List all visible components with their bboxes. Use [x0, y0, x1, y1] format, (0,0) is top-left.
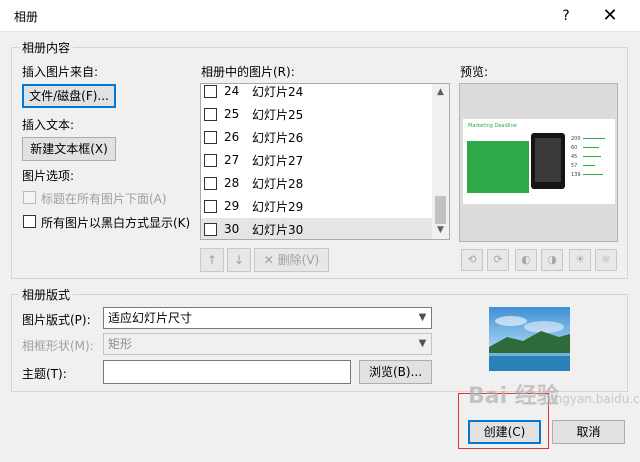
insert-text-label: 插入文本:	[22, 118, 75, 132]
picture-checkbox[interactable]	[204, 223, 217, 236]
frame-shape-label: 相框形状(M):	[22, 339, 94, 353]
list-item[interactable]: 28 幻灯片28	[201, 172, 433, 195]
list-item[interactable]: 30 幻灯片30	[201, 218, 433, 239]
browse-button[interactable]: 浏览(B)...	[359, 360, 432, 384]
dialog-title: 相册	[14, 10, 39, 24]
picture-number: 26	[224, 130, 240, 144]
album-content-group-label: 相册内容	[19, 41, 74, 55]
theme-input[interactable]	[103, 360, 351, 384]
picture-checkbox[interactable]	[204, 131, 217, 144]
remove-label: 删除(V)	[277, 253, 320, 267]
brightness-up-icon[interactable]: ☀	[569, 249, 591, 271]
help-button[interactable]: ?	[556, 6, 576, 26]
picture-layout-value: 适应幻灯片尺寸	[108, 311, 193, 325]
cancel-button[interactable]: 取消	[552, 420, 625, 444]
picture-number: 30	[224, 222, 240, 236]
theme-label: 主题(T):	[22, 367, 67, 381]
theme-preview-image	[489, 307, 570, 371]
insert-from-label: 插入图片来自:	[22, 65, 99, 79]
picture-name: 幻灯片27	[252, 154, 304, 168]
list-item[interactable]: 29 幻灯片29	[201, 195, 433, 218]
move-down-button[interactable]: ↓	[227, 248, 251, 272]
picture-number: 28	[224, 176, 240, 190]
captions-below-label: 标题在所有图片下面(A)	[41, 192, 167, 206]
contrast-up-icon[interactable]: ◐	[515, 249, 537, 271]
watermark-url: jingyan.baidu.com	[548, 392, 640, 406]
preview-slide-heading: Marketing Deadline	[468, 123, 517, 129]
rotate-left-icon[interactable]: ⟲	[461, 249, 483, 271]
picture-number: 27	[224, 153, 240, 167]
captions-below-checkbox[interactable]	[23, 191, 36, 204]
frame-shape-value: 矩形	[108, 337, 133, 351]
preview-slide: Marketing Deadline 200 60 45 57 139	[463, 119, 615, 204]
black-white-label: 所有图片以黑白方式显示(K)	[41, 216, 191, 230]
scroll-thumb[interactable]	[435, 196, 446, 224]
picture-checkbox[interactable]	[204, 177, 217, 190]
list-item[interactable]: 25 幻灯片25	[201, 103, 433, 126]
brightness-down-icon[interactable]: ☼	[595, 249, 617, 271]
preview-pane: Marketing Deadline 200 60 45 57 139	[459, 83, 618, 242]
picture-checkbox[interactable]	[204, 85, 217, 98]
picture-checkbox[interactable]	[204, 200, 217, 213]
title-bar	[0, 0, 640, 32]
picture-name: 幻灯片24	[252, 85, 304, 99]
contrast-down-icon[interactable]: ◑	[541, 249, 563, 271]
picture-name: 幻灯片30	[252, 223, 304, 237]
list-item[interactable]: 26 幻灯片26	[201, 126, 433, 149]
preview-slide-green-panel	[467, 141, 529, 193]
album-layout-group-label: 相册版式	[19, 288, 74, 302]
list-item[interactable]: 27 幻灯片27	[201, 149, 433, 172]
preview-label: 预览:	[460, 65, 489, 79]
remove-icon: ✕	[263, 253, 274, 267]
picture-number: 24	[224, 84, 240, 98]
move-up-button[interactable]: ↑	[200, 248, 224, 272]
chevron-down-icon: ▼	[418, 338, 427, 349]
list-item[interactable]: 24 幻灯片24	[201, 84, 433, 103]
close-button[interactable]: ✕	[598, 4, 622, 28]
picture-number: 25	[224, 107, 240, 121]
preview-slide-numbers: 200 60 45 57 139	[571, 136, 581, 178]
tablet-image	[531, 133, 565, 189]
scroll-up-arrow-icon[interactable]: ▲	[432, 84, 449, 101]
pictures-list[interactable]: 24 幻灯片24 25 幻灯片25 26 幻灯片26 27 幻灯片27 28 幻…	[200, 83, 450, 240]
picture-checkbox[interactable]	[204, 108, 217, 121]
watermark-logo: Bai 经验	[468, 384, 559, 409]
picture-layout-select[interactable]: 适应幻灯片尺寸 ▼	[103, 307, 432, 329]
chevron-down-icon: ▼	[418, 312, 427, 323]
new-textbox-button[interactable]: 新建文本框(X)	[22, 137, 116, 161]
file-disk-button[interactable]: 文件/磁盘(F)...	[22, 84, 116, 108]
picture-name: 幻灯片29	[252, 200, 304, 214]
list-scrollbar[interactable]: ▲ ▼	[432, 84, 449, 239]
scroll-down-arrow-icon[interactable]: ▼	[432, 222, 449, 239]
picture-name: 幻灯片28	[252, 177, 304, 191]
picture-name: 幻灯片26	[252, 131, 304, 145]
black-white-checkbox[interactable]	[23, 215, 36, 228]
picture-checkbox[interactable]	[204, 154, 217, 167]
pictures-in-album-label: 相册中的图片(R):	[201, 65, 295, 79]
frame-shape-select[interactable]: 矩形 ▼	[103, 333, 432, 355]
picture-options-label: 图片选项:	[22, 169, 75, 183]
remove-button[interactable]: ✕ 删除(V)	[254, 248, 329, 272]
picture-name: 幻灯片25	[252, 108, 304, 122]
picture-number: 29	[224, 199, 240, 213]
rotate-right-icon[interactable]: ⟳	[487, 249, 509, 271]
picture-layout-label: 图片版式(P):	[22, 313, 91, 327]
